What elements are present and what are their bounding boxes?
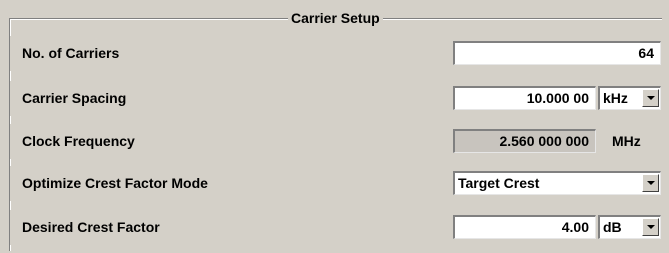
clock-frequency-label: Clock Frequency (22, 133, 135, 149)
row-num-carriers: No. of Carriers 64 (10, 36, 661, 71)
optimize-mode-label: Optimize Crest Factor Mode (22, 175, 208, 191)
carrier-spacing-unit-select[interactable]: kHz (598, 86, 661, 110)
row-clock-frequency: Clock Frequency 2.560 000 000 MHz (10, 124, 661, 159)
optimize-mode-select[interactable]: Target Crest (453, 171, 661, 195)
carrier-spacing-input[interactable]: 10.000 00 (453, 86, 596, 110)
num-carriers-input[interactable]: 64 (453, 41, 661, 65)
optimize-mode-value: Target Crest (458, 175, 540, 191)
row-desired-crest: Desired Crest Factor 4.00 dB (10, 210, 661, 245)
chevron-down-icon (647, 181, 655, 185)
clock-frequency-unit: MHz (612, 133, 641, 149)
carrier-spacing-dropdown-button[interactable] (642, 89, 659, 107)
carrier-spacing-label: Carrier Spacing (22, 90, 127, 106)
desired-crest-input[interactable]: 4.00 (453, 215, 596, 239)
row-carrier-spacing: Carrier Spacing 10.000 00 kHz (10, 81, 661, 116)
chevron-down-icon (647, 96, 655, 100)
chevron-down-icon (647, 225, 655, 229)
desired-crest-unit-select[interactable]: dB (598, 215, 661, 239)
desired-crest-dropdown-button[interactable] (642, 218, 659, 236)
num-carriers-label: No. of Carriers (22, 45, 120, 61)
clock-frequency-value: 2.560 000 000 (453, 129, 596, 153)
optimize-mode-dropdown-button[interactable] (642, 174, 659, 192)
desired-crest-label: Desired Crest Factor (22, 219, 160, 235)
group-title: Carrier Setup (288, 9, 383, 27)
desired-crest-unit: dB (603, 219, 622, 235)
row-optimize-mode: Optimize Crest Factor Mode Target Crest (10, 166, 661, 201)
carrier-spacing-unit: kHz (603, 90, 628, 106)
